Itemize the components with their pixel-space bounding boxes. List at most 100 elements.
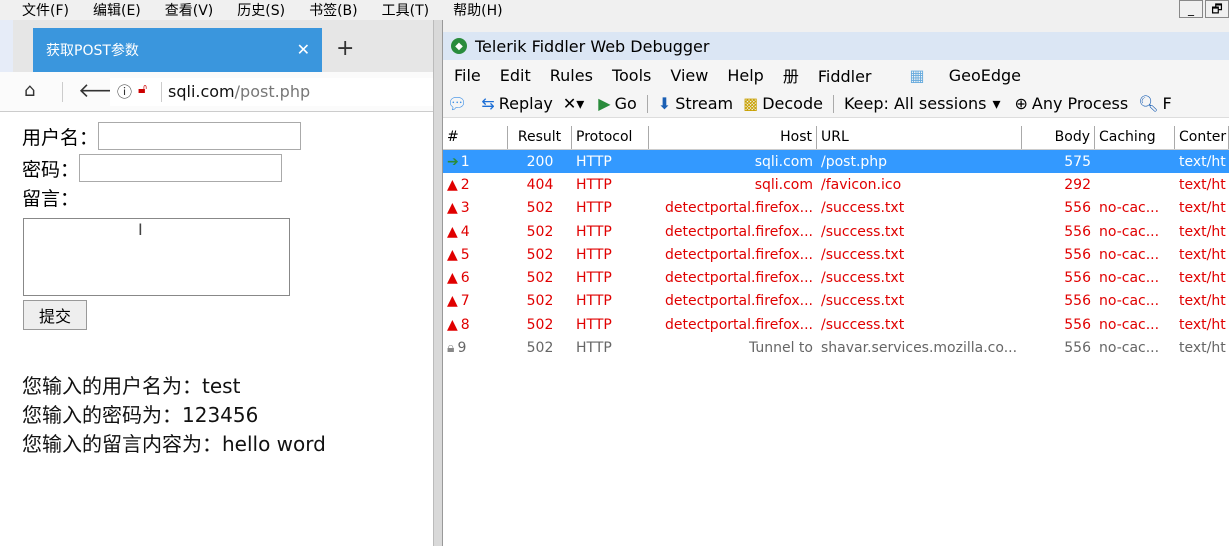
col-body[interactable]: Body	[1022, 126, 1095, 149]
session-row[interactable]: ▲ 2 404 HTTP sqli.com/favicon.ico 292 text/ht	[443, 173, 1229, 196]
cell-host-text: detectportal.firefox...	[665, 293, 813, 310]
col-result[interactable]: Result	[508, 126, 572, 149]
cell-number: ▲ 5	[443, 247, 508, 263]
keep-label: Keep: All sessions	[843, 94, 987, 113]
remove-button[interactable]: ✕▾	[563, 94, 588, 113]
col-url[interactable]: URL	[817, 126, 1022, 149]
cell-host: detectportal.firefox...	[649, 200, 817, 216]
cell-content-type: text/ht	[1175, 247, 1229, 263]
decode-icon: ▩	[743, 94, 759, 113]
cell-content-type-text: text/ht	[1179, 340, 1226, 357]
replay-button[interactable]: ⇆ Replay	[481, 94, 553, 113]
grid-rows: ➔ 1 200 HTTP sqli.com/post.php 575 text/ht ▲ 2 40…	[443, 150, 1229, 360]
find-button[interactable]: 🔍︎ F	[1138, 94, 1172, 113]
cell-protocol-text: HTTP	[576, 200, 612, 217]
minimize-button[interactable]: _	[1179, 0, 1203, 18]
cell-url: /success.txt	[817, 293, 1022, 309]
cell-caching-text: no-cac...	[1099, 223, 1160, 240]
cell-result: 502	[508, 200, 572, 216]
insecure-lock-icon[interactable]: 🔓︎	[138, 81, 147, 97]
cell-content-type-text: text/ht	[1179, 293, 1226, 310]
cell-body: 556	[1022, 200, 1095, 216]
stream-button[interactable]: ⬇ Stream	[658, 94, 733, 113]
session-row[interactable]: ▲ 3 502 HTTP detectportal.firefox... /success…	[443, 197, 1229, 220]
username-input[interactable]	[98, 122, 302, 150]
cell-protocol-text: HTTP	[576, 316, 612, 333]
restore-button[interactable]: 🗗	[1205, 0, 1229, 18]
session-row[interactable]: 🔒︎ 9 502 HTTP Tunnel to shavar.services.mozil…	[443, 336, 1229, 359]
cell-result: 502	[508, 247, 572, 263]
fd-menu-fiddler[interactable]: 册 Fiddler	[783, 63, 891, 87]
col-number[interactable]: #	[443, 126, 508, 149]
password-input[interactable]	[79, 154, 283, 182]
window-splitter[interactable]	[433, 20, 443, 546]
menu-view[interactable]: 查看(V)	[165, 0, 214, 20]
url-text[interactable]: sqli.com/post.php	[168, 82, 310, 101]
fd-menu-edit[interactable]: Edit	[500, 66, 531, 85]
warning-icon: ▲	[447, 293, 458, 310]
cell-caching-text: no-cac...	[1099, 270, 1160, 287]
cell-body-text: 556	[1064, 246, 1091, 263]
decode-button[interactable]: ▩ Decode	[743, 94, 823, 113]
cell-host: detectportal.firefox...	[649, 317, 817, 333]
active-tab[interactable]: 获取POST参数 ✕	[33, 28, 322, 72]
fd-menu-geoedge[interactable]: ▦ GeoEdge	[910, 66, 1041, 85]
info-icon[interactable]: ⓘ	[117, 81, 132, 102]
fd-menu-tools[interactable]: Tools	[612, 66, 651, 85]
session-row[interactable]: ➔ 1 200 HTTP sqli.com/post.php 575 text/ht	[443, 150, 1229, 174]
cell-url: /success.txt	[817, 200, 1022, 216]
col-caching[interactable]: Caching	[1095, 126, 1175, 149]
cell-result-text: 502	[526, 200, 554, 217]
cell-url-text: /success.txt	[821, 246, 905, 263]
col-protocol[interactable]: Protocol	[572, 126, 649, 149]
col-content-type[interactable]: Conter	[1175, 126, 1229, 149]
cell-caching: no-cac...	[1095, 293, 1175, 309]
fd-menu-help[interactable]: Help	[727, 66, 763, 85]
go-label: Go	[614, 94, 637, 113]
menu-edit[interactable]: 编辑(E)	[93, 0, 141, 20]
cell-content-type-text: text/ht	[1179, 176, 1226, 193]
tab-strip: 获取POST参数 ✕ +	[0, 20, 433, 72]
comment-button[interactable]: 💬︎	[447, 94, 471, 113]
message-textarea[interactable]	[23, 218, 290, 296]
cell-caching-text: no-cac...	[1099, 200, 1160, 217]
submit-button[interactable]: 提交	[23, 300, 87, 330]
session-row[interactable]: ▲ 4 502 HTTP detectportal.firefox... /success…	[443, 220, 1229, 243]
new-tab-icon[interactable]: +	[336, 36, 354, 61]
fiddler-title: Telerik Fiddler Web Debugger	[475, 36, 710, 56]
fd-menu-view[interactable]: View	[670, 66, 708, 85]
session-row[interactable]: ▲ 5 502 HTTP detectportal.firefox... /success…	[443, 243, 1229, 266]
col-host[interactable]: Host	[649, 126, 817, 149]
cell-content-type: text/ht	[1175, 317, 1229, 333]
menu-tools[interactable]: 工具(T)	[382, 0, 429, 20]
cell-host-text: detectportal.firefox...	[665, 246, 813, 263]
menu-bookmarks[interactable]: 书签(B)	[309, 0, 358, 20]
cell-url: /success.txt	[817, 224, 1022, 240]
menu-history[interactable]: 历史(S)	[237, 0, 285, 20]
session-row[interactable]: ▲ 6 502 HTTP detectportal.firefox... /success…	[443, 266, 1229, 289]
result-username: 您输入的用户名为：test	[22, 374, 241, 398]
cell-host-text: detectportal.firefox...	[665, 270, 813, 287]
fd-menu-file[interactable]: File	[454, 66, 481, 85]
menu-help[interactable]: 帮助(H)	[453, 0, 502, 20]
cell-number-text: 9	[457, 340, 467, 357]
lock-icon: 🔒︎	[447, 340, 455, 357]
cell-result-text: 404	[526, 176, 554, 193]
cell-url: /success.txt	[817, 317, 1022, 333]
cell-protocol-text: HTTP	[576, 223, 612, 240]
menu-file[interactable]: 文件(F)	[22, 0, 69, 20]
replay-icon: ⇆	[481, 94, 495, 113]
session-row[interactable]: ▲ 8 502 HTTP detectportal.firefox... /success…	[443, 313, 1229, 336]
go-button[interactable]: ▶ Go	[598, 94, 637, 113]
url-bar[interactable]: ⓘ 🔓︎ sqli.com/post.php	[110, 78, 433, 106]
keep-sessions-dropdown[interactable]: Keep: All sessions ▾	[844, 94, 1005, 113]
session-row[interactable]: ▲ 7 502 HTTP detectportal.firefox... /success…	[443, 290, 1229, 313]
cell-url: shavar.services.mozilla.co...	[817, 340, 1022, 356]
fd-menu-rules[interactable]: Rules	[550, 66, 593, 85]
home-icon[interactable]: ⌂	[24, 80, 35, 101]
cell-body: 556	[1022, 340, 1095, 356]
any-process-button[interactable]: ⊕ Any Process	[1014, 94, 1128, 113]
cell-result: 502	[508, 224, 572, 240]
close-tab-icon[interactable]: ✕	[297, 40, 310, 59]
cell-protocol: HTTP	[572, 317, 649, 333]
